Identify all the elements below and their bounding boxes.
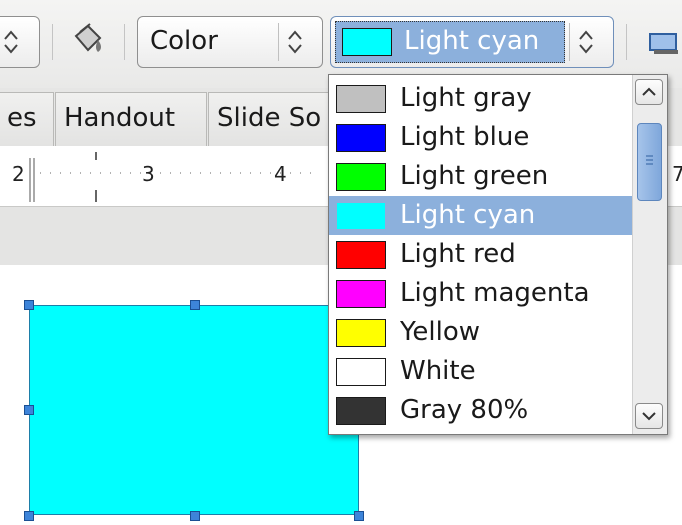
color-option-label: Light cyan (400, 200, 536, 230)
color-swatch (336, 85, 386, 113)
selection-handle[interactable] (24, 300, 34, 310)
color-option-label: Light blue (400, 122, 530, 152)
current-color-swatch (342, 28, 392, 56)
color-option-light-cyan[interactable]: Light cyan (329, 196, 633, 235)
spinner-icon[interactable] (0, 23, 31, 61)
tab-label: Slide So (217, 103, 322, 133)
toolbar-separator (626, 24, 627, 60)
tab-label: es (7, 103, 37, 133)
fill-color-value: Light cyan (404, 26, 540, 56)
scroll-down-button[interactable] (635, 403, 663, 429)
color-option-label: Yellow (400, 317, 481, 347)
shadow-icon[interactable] (644, 30, 680, 60)
fill-color-text-area: Light cyan (335, 21, 565, 63)
color-option-label: Gray 80% (400, 395, 529, 425)
tab-notes[interactable]: es (0, 92, 54, 146)
color-option-white[interactable]: White (329, 352, 633, 391)
selection-handle[interactable] (190, 511, 200, 521)
color-swatch (336, 202, 386, 230)
selection-handle[interactable] (24, 511, 34, 521)
tab-handout[interactable]: Handout (55, 92, 207, 146)
area-paint-bucket-icon[interactable] (68, 22, 108, 62)
color-option-label: Light magenta (400, 278, 590, 308)
color-swatch (336, 397, 386, 425)
toolbar-separator (52, 24, 53, 60)
color-option-light-green[interactable]: Light green (329, 157, 633, 196)
area-style-combo[interactable]: Color (137, 16, 323, 68)
color-option-light-magenta[interactable]: Light magenta (329, 274, 633, 313)
scroll-thumb[interactable] (637, 123, 662, 201)
color-swatch (336, 280, 386, 308)
ruler-label: 3 (142, 162, 155, 186)
chevron-down-icon (642, 412, 656, 421)
selection-handle[interactable] (190, 300, 200, 310)
color-swatch (336, 124, 386, 152)
color-swatch (336, 319, 386, 347)
color-swatch (336, 163, 386, 191)
partial-combo[interactable] (0, 16, 40, 68)
ruler-label: 2 (12, 162, 25, 186)
color-swatch (336, 241, 386, 269)
color-option-label: Light gray (400, 83, 532, 113)
ruler-label: 4 (274, 162, 287, 186)
spinner-icon[interactable] (569, 23, 606, 61)
color-option-light-blue[interactable]: Light blue (329, 118, 633, 157)
color-option-light-gray[interactable]: Light gray (329, 79, 633, 118)
color-option-label: Light green (400, 161, 549, 191)
color-option-yellow[interactable]: Yellow (329, 313, 633, 352)
dropdown-scrollbar[interactable] (632, 75, 667, 434)
tab-slide-sorter[interactable]: Slide So (208, 92, 334, 146)
fill-color-combo[interactable]: Light cyan (330, 16, 614, 68)
tab-label: Handout (64, 103, 176, 133)
color-option-label: White (400, 356, 476, 386)
area-style-value: Color (150, 26, 218, 56)
selection-handle[interactable] (354, 511, 364, 521)
color-option-gray-80[interactable]: Gray 80% (329, 391, 633, 430)
toolbar-separator (124, 24, 125, 60)
grip-icon (646, 155, 653, 165)
color-option-light-red[interactable]: Light red (329, 235, 633, 274)
chevron-up-icon (642, 87, 656, 96)
selected-rectangle-shape[interactable] (29, 305, 359, 515)
color-swatch (336, 358, 386, 386)
color-dropdown-list[interactable]: Light gray Light blue Light green Light … (328, 74, 668, 435)
spinner-icon[interactable] (278, 23, 315, 61)
selection-handle[interactable] (24, 405, 34, 415)
scroll-up-button[interactable] (635, 79, 663, 105)
color-option-label: Light red (400, 239, 516, 269)
ruler-label: 7 (672, 162, 682, 186)
